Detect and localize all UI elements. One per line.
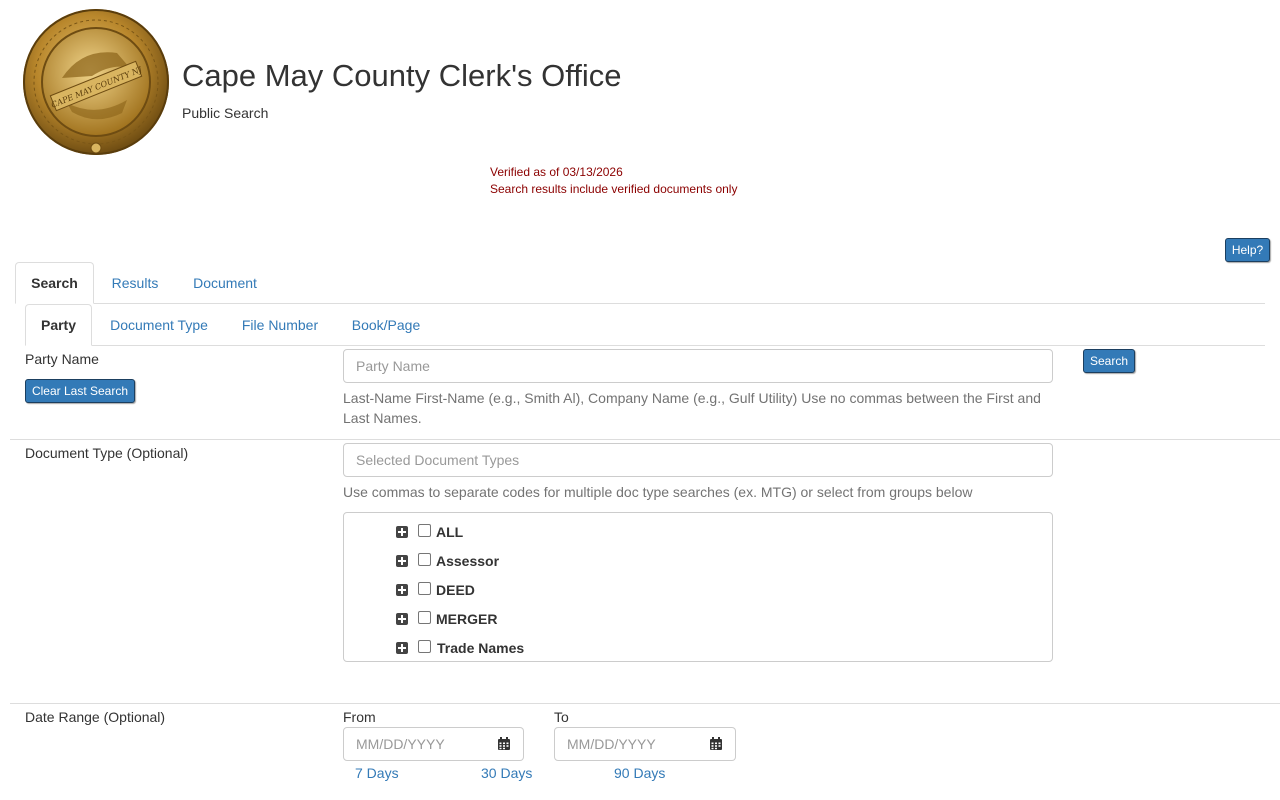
document-type-help: Use commas to separate codes for multipl… — [343, 484, 973, 500]
tree-label-trade-names: Trade Names — [437, 640, 525, 656]
to-date-placeholder: MM/DD/YYYY — [567, 736, 656, 752]
document-type-label: Document Type (Optional) — [25, 445, 189, 461]
from-calendar-button[interactable] — [484, 727, 524, 761]
tab-document[interactable]: Document — [180, 262, 270, 304]
section-divider — [10, 703, 1280, 704]
checkbox-all[interactable] — [418, 523, 431, 537]
expand-plus-icon[interactable] — [396, 613, 408, 625]
tree-item-merger: MERGER — [396, 609, 497, 629]
tree-item-assessor: Assessor — [396, 551, 499, 571]
tree-item-trade-names: Trade Names — [396, 638, 524, 658]
checkbox-assessor[interactable] — [418, 552, 431, 566]
main-tabs: Search Results Document — [15, 262, 1265, 304]
sub-tabs-divider — [92, 345, 1265, 346]
search-button[interactable]: Search — [1083, 349, 1135, 373]
quick-range-90-days[interactable]: 90 Days — [614, 765, 665, 781]
from-date-placeholder: MM/DD/YYYY — [356, 736, 445, 752]
verification-notice: Verified as of 03/13/2026 Search results… — [490, 164, 737, 198]
expand-plus-icon[interactable] — [396, 526, 408, 538]
to-label: To — [554, 709, 569, 725]
document-type-input[interactable]: Selected Document Types — [343, 443, 1053, 477]
tab-book-page[interactable]: Book/Page — [343, 304, 429, 346]
tree-item-all: ALL — [396, 522, 463, 542]
document-type-placeholder: Selected Document Types — [356, 452, 520, 468]
party-name-placeholder: Party Name — [356, 358, 430, 374]
expand-plus-icon[interactable] — [396, 642, 408, 654]
to-calendar-button[interactable] — [696, 727, 736, 761]
tree-label-assessor: Assessor — [436, 553, 500, 569]
tab-results[interactable]: Results — [99, 262, 171, 304]
calendar-icon — [497, 737, 510, 750]
party-name-label: Party Name — [25, 351, 99, 367]
checkbox-deed[interactable] — [418, 581, 431, 595]
page-title: Cape May County Clerk's Office — [182, 58, 622, 93]
tab-party[interactable]: Party — [25, 304, 92, 346]
checkbox-merger[interactable] — [418, 610, 431, 624]
expand-plus-icon[interactable] — [396, 555, 408, 567]
quick-range-30-days[interactable]: 30 Days — [481, 765, 532, 781]
party-name-help: Last-Name First-Name (e.g., Smith Al), C… — [343, 390, 1041, 426]
tab-search[interactable]: Search — [15, 262, 94, 304]
tree-label-all: ALL — [436, 524, 464, 540]
section-divider — [10, 439, 1280, 440]
page-subtitle: Public Search — [182, 105, 269, 121]
help-button[interactable]: Help? — [1225, 238, 1270, 262]
tree-item-deed: DEED — [396, 580, 475, 600]
sub-tabs: Party Document Type File Number Book/Pag… — [25, 304, 1265, 346]
from-date-input[interactable]: MM/DD/YYYY — [343, 727, 485, 761]
party-name-input[interactable]: Party Name — [343, 349, 1053, 383]
date-range-label: Date Range (Optional) — [25, 709, 166, 725]
tree-label-deed: DEED — [436, 582, 475, 598]
county-seal-logo: CAPE MAY COUNTY NJ — [22, 8, 170, 156]
from-label: From — [343, 709, 376, 725]
tab-document-type[interactable]: Document Type — [101, 304, 217, 346]
tab-file-number[interactable]: File Number — [231, 304, 329, 346]
tree-label-merger: MERGER — [436, 611, 498, 627]
checkbox-trade-names[interactable] — [418, 639, 431, 653]
calendar-icon — [709, 737, 722, 750]
to-date-input[interactable]: MM/DD/YYYY — [554, 727, 697, 761]
verified-scope-text: Search results include verified document… — [490, 182, 738, 196]
quick-range-7-days[interactable]: 7 Days — [355, 765, 399, 781]
clear-last-search-button[interactable]: Clear Last Search — [25, 379, 135, 403]
verified-date-text: Verified as of 03/13/2026 — [490, 165, 623, 179]
expand-plus-icon[interactable] — [396, 584, 408, 596]
